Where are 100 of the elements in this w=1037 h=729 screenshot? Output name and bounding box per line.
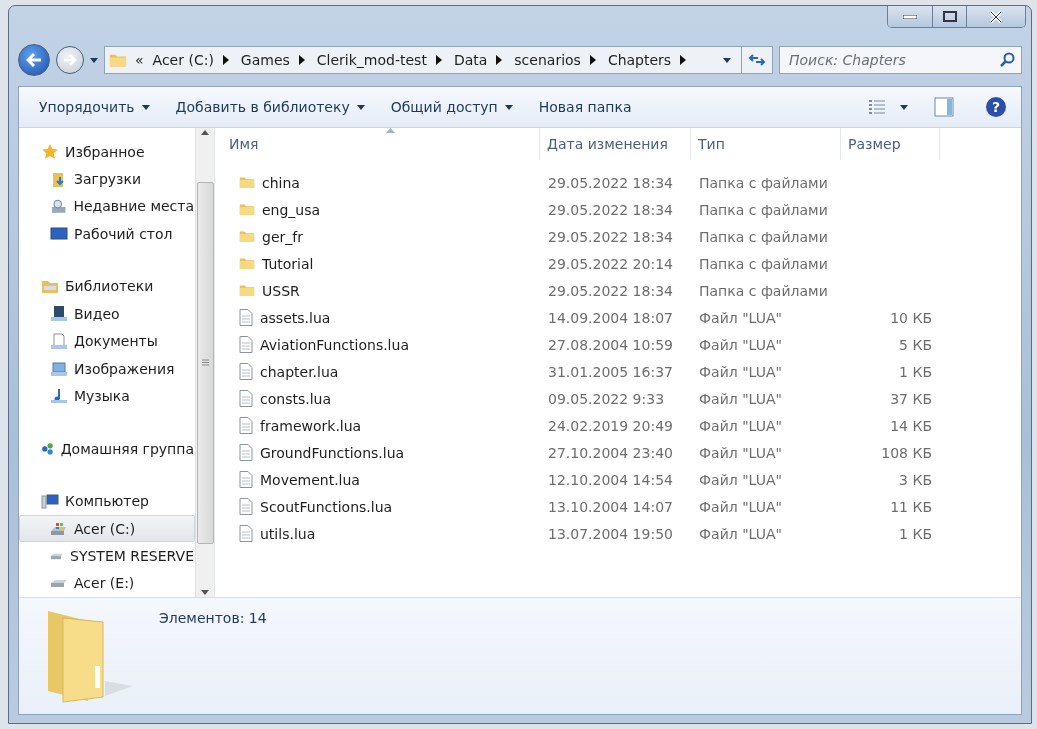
view-options-icon[interactable]	[868, 99, 886, 115]
computer-icon	[41, 492, 59, 510]
scrollbar[interactable]	[195, 128, 214, 597]
size-cell-text: 37 КБ	[889, 390, 933, 407]
file-row[interactable]: framework.lua 24.02.2019 20:49 Файл "LUA" 14 КБ	[215, 412, 1021, 439]
file-name: AviationFunctions.lua	[260, 336, 409, 353]
nav-item[interactable]: Загрузки	[19, 165, 195, 193]
date-cell-text: 29.05.2022 18:34	[547, 282, 674, 299]
breadcrumb-item[interactable]: Acer (C:)	[152, 52, 223, 68]
back-arrow-icon	[26, 53, 42, 67]
file-name: chapter.lua	[260, 363, 339, 380]
toolbar-button[interactable]: Общий доступ	[380, 95, 523, 119]
search-field[interactable]: Поиск: Chapters	[779, 46, 1022, 74]
breadcrumb-item[interactable]: Data	[453, 52, 497, 68]
breadcrumb-arrow-icon[interactable]	[496, 55, 503, 65]
caret-icon	[900, 104, 908, 110]
forward-button[interactable]	[56, 46, 84, 74]
back-button[interactable]	[18, 44, 50, 76]
toolbar-button[interactable]: Добавить в библиотеку	[165, 95, 375, 119]
scrollbar-thumb[interactable]	[196, 181, 214, 544]
breadcrumb-arrow-icon[interactable]	[222, 55, 229, 65]
file-icon	[239, 363, 253, 380]
type-cell-text: Файл "LUA"	[698, 525, 783, 542]
breadcrumb-item[interactable]: scenarios	[514, 52, 590, 68]
date-cell-text: 12.10.2004 14:54	[547, 471, 674, 488]
file-row[interactable]: Tutorial 29.05.2022 20:14 Папка с файлами	[215, 250, 1021, 277]
type-cell-text: Файл "LUA"	[698, 336, 783, 353]
search-icon	[999, 52, 1015, 68]
scroll-up-icon[interactable]	[201, 130, 209, 135]
close-icon	[989, 10, 1003, 23]
date-cell-text: 29.05.2022 18:34	[547, 174, 674, 191]
file-icon	[239, 498, 253, 515]
file-icon	[239, 471, 253, 488]
file-row[interactable]: chapter.lua 31.01.2005 16:37 Файл "LUA" 1 КБ	[215, 358, 1021, 385]
file-row[interactable]: AviationFunctions.lua 27.08.2004 10:59 Файл "LUA" 5 КБ	[215, 331, 1021, 358]
breadcrumb-arrow-icon[interactable]	[435, 55, 442, 65]
nav-item[interactable]: Видео	[19, 300, 195, 328]
size-cell-text: 10 КБ	[889, 309, 933, 326]
history-caret-icon[interactable]	[90, 57, 98, 63]
nav-group[interactable]: Домашняя группа	[19, 434, 195, 463]
breadcrumb-arrow-icon[interactable]	[589, 55, 596, 65]
nav-item[interactable]: Изображения	[19, 354, 195, 383]
nav-item[interactable]: Acer (C:)	[19, 515, 195, 543]
breadcrumb-arrow-icon[interactable]	[680, 55, 687, 65]
address-bar[interactable]: « Acer (C:) Games Clerik_mod-test Data scenarios Chapters	[104, 46, 773, 74]
file-name: china	[262, 174, 300, 191]
nav-item[interactable]: Музыка	[19, 382, 195, 410]
help-button[interactable]: ?	[985, 96, 1007, 118]
file-name: Tutorial	[262, 255, 314, 272]
document-icon	[50, 332, 68, 350]
file-row[interactable]: USSR 29.05.2022 18:34 Папка с файлами	[215, 277, 1021, 304]
breadcrumb-item[interactable]: Chapters	[607, 52, 681, 68]
nav-item[interactable]: Acer (E:)	[19, 569, 195, 597]
nav-item[interactable]: SYSTEM RESERVE	[19, 542, 195, 570]
scroll-down-icon[interactable]	[201, 590, 209, 595]
date-cell-text: 09.05.2022 9:33	[547, 390, 666, 407]
close-button[interactable]	[966, 6, 1025, 27]
file-row[interactable]: ger_fr 29.05.2022 18:34 Папка с файлами	[215, 223, 1021, 250]
folder-icon	[239, 230, 255, 243]
type-cell-text: Файл "LUA"	[698, 498, 783, 515]
type-cell-text: Файл "LUA"	[698, 444, 783, 461]
type-cell-text: Папка с файлами	[698, 174, 829, 191]
nav-group[interactable]: Библиотеки	[19, 272, 195, 301]
column-header[interactable]: Размер	[841, 128, 940, 160]
file-row[interactable]: assets.lua 14.09.2004 18:07 Файл "LUA" 10 КБ	[215, 304, 1021, 331]
item-count: Элементов: 14	[159, 610, 267, 628]
folder-icon	[239, 284, 255, 297]
breadcrumb-item[interactable]: Clerik_mod-test	[316, 52, 436, 68]
nav-item[interactable]: Рабочий стол	[19, 220, 195, 248]
file-row[interactable]: Movement.lua 12.10.2004 14:54 Файл "LUA" 3 КБ	[215, 466, 1021, 493]
drive-icon	[50, 578, 68, 588]
recent-places-icon	[50, 197, 68, 215]
file-row[interactable]: GroundFunctions.lua 27.10.2004 23:40 Файл "LUA" 108 КБ	[215, 439, 1021, 466]
breadcrumb-item[interactable]: Games	[240, 52, 299, 68]
nav-group[interactable]: Избранное	[19, 138, 195, 166]
maximize-button[interactable]	[932, 6, 966, 27]
date-cell-text: 29.05.2022 20:14	[547, 255, 674, 272]
system-drive-icon	[50, 520, 68, 538]
column-header[interactable]: Дата изменения	[540, 128, 691, 160]
nav-item[interactable]: Документы	[19, 327, 195, 355]
file-row[interactable]: ScoutFunctions.lua 13.10.2004 14:07 Файл "LUA" 11 КБ	[215, 493, 1021, 520]
type-cell-text: Папка с файлами	[698, 228, 829, 245]
date-cell-text: 31.01.2005 16:37	[547, 363, 674, 380]
type-cell-text: Файл "LUA"	[698, 471, 783, 488]
breadcrumb-arrow-icon[interactable]	[298, 55, 305, 65]
type-cell-text: Папка с файлами	[698, 255, 829, 272]
column-header[interactable]: Тип	[691, 128, 841, 160]
nav-group[interactable]: Компьютер	[19, 487, 195, 516]
file-row[interactable]: eng_usa 29.05.2022 18:34 Папка с файлами	[215, 196, 1021, 223]
toolbar-button[interactable]: Новая папка	[528, 95, 642, 119]
file-row[interactable]: utils.lua 13.07.2004 19:50 Файл "LUA" 1 КБ	[215, 520, 1021, 547]
file-name: USSR	[262, 282, 300, 299]
file-row[interactable]: china 29.05.2022 18:34 Папка с файлами	[215, 169, 1021, 196]
toolbar-button[interactable]: Упорядочить	[29, 95, 160, 119]
overflow-chevron[interactable]: «	[135, 52, 153, 68]
file-name: utils.lua	[260, 525, 316, 542]
date-cell-text: 14.09.2004 18:07	[547, 309, 674, 326]
file-row[interactable]: consts.lua 09.05.2022 9:33 Файл "LUA" 37 КБ	[215, 385, 1021, 412]
type-cell-text: Папка с файлами	[698, 282, 829, 299]
nav-item[interactable]: Недавние места	[19, 192, 195, 221]
